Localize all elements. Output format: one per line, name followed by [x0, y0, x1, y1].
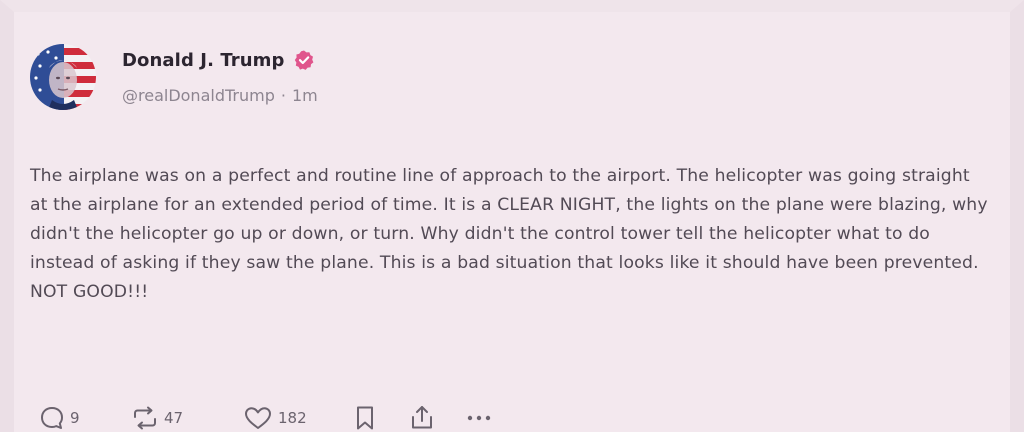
- post-body-text: The airplane was on a perfect and routin…: [30, 166, 988, 302]
- flag-portrait-avatar-icon: [30, 44, 96, 110]
- like-count: 182: [278, 409, 307, 427]
- handle-row: @realDonaldTrump · 1m: [122, 86, 318, 105]
- author-handle[interactable]: @realDonaldTrump: [122, 86, 275, 105]
- like-button[interactable]: 182: [242, 404, 352, 432]
- post-time[interactable]: 1m: [292, 86, 318, 105]
- repost-button[interactable]: 47: [130, 404, 242, 432]
- more-icon: [467, 415, 491, 421]
- reply-icon: [41, 407, 63, 429]
- author-info: Donald J. Trump @realDonaldTrump · 1m: [122, 46, 318, 106]
- share-button[interactable]: [408, 404, 464, 432]
- author-display-name[interactable]: Donald J. Trump: [122, 50, 285, 71]
- name-row: Donald J. Trump: [122, 46, 318, 74]
- share-icon: [412, 406, 432, 429]
- heart-icon: [245, 407, 271, 429]
- repost-icon: [134, 406, 156, 430]
- bookmark-icon: [357, 406, 373, 430]
- reply-count: 9: [70, 409, 80, 427]
- bookmark-button[interactable]: [352, 404, 408, 432]
- separator-dot: ·: [280, 86, 286, 105]
- action-bar: 9 47 182: [38, 400, 504, 432]
- verified-badge-icon: [293, 49, 315, 71]
- post-header: Donald J. Trump @realDonaldTrump · 1m: [30, 44, 318, 110]
- avatar[interactable]: [30, 44, 96, 110]
- reply-button[interactable]: 9: [38, 404, 130, 432]
- repost-count: 47: [164, 409, 184, 427]
- more-button[interactable]: [464, 404, 504, 432]
- post-card: Donald J. Trump @realDonaldTrump · 1m Th…: [0, 0, 1024, 432]
